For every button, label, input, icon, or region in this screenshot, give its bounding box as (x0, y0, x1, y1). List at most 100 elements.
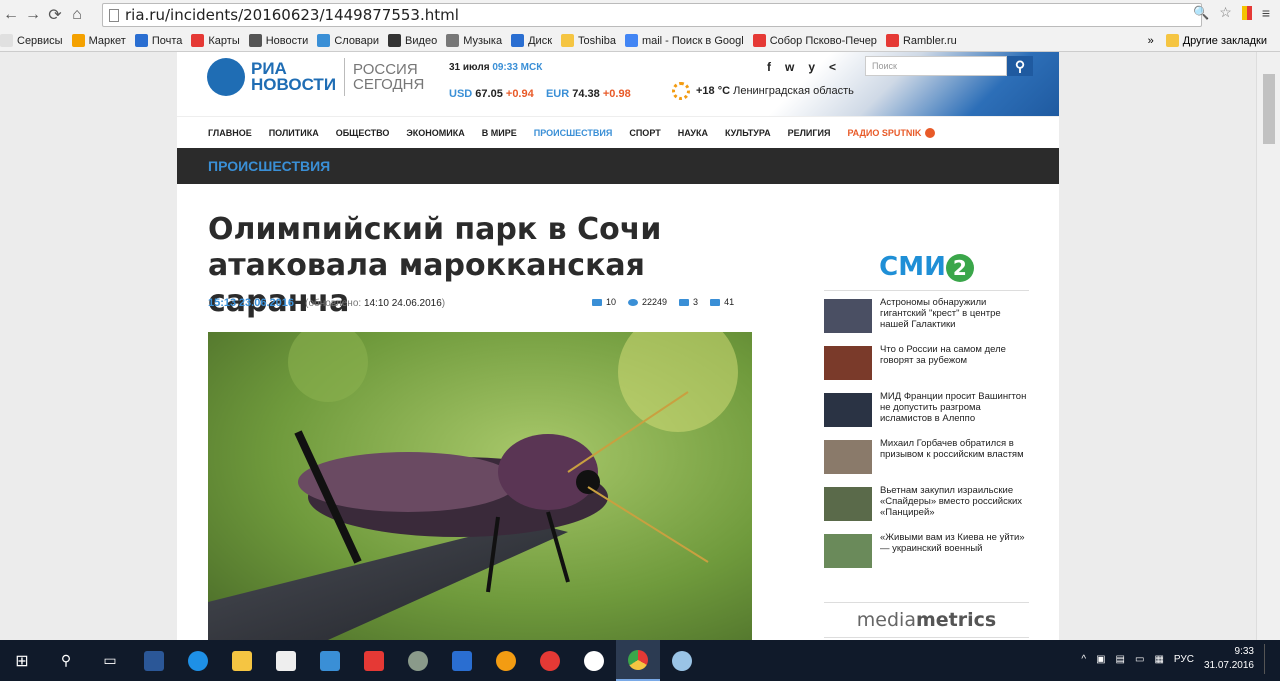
bookmark-item[interactable]: Словари (317, 34, 379, 47)
list-item[interactable]: МИД Франции просит Вашингтон не допустит… (824, 391, 1029, 437)
paint-icon[interactable] (660, 640, 704, 681)
search-input[interactable]: Поиск (865, 56, 1007, 76)
bookmark-item[interactable]: mail - Поиск в Googl (624, 34, 744, 47)
store-icon[interactable] (264, 640, 308, 681)
browser-toolbar: ← → ⟳ ⌂ ria.ru/incidents/20160623/144987… (0, 0, 1280, 30)
menu-item[interactable]: ЭКОНОМИКА (406, 128, 464, 138)
tray-app-icon[interactable]: ▣ (1096, 654, 1105, 665)
show-desktop[interactable] (1264, 644, 1268, 674)
star-icon[interactable]: ☆ (1219, 4, 1232, 21)
yandex-icon[interactable] (352, 640, 396, 681)
menu-item[interactable]: В МИРЕ (482, 128, 517, 138)
opera-icon[interactable] (528, 640, 572, 681)
menu-item[interactable]: КУЛЬТУРА (725, 128, 771, 138)
menu-item-active[interactable]: ПРОИСШЕСТВИЯ (534, 128, 613, 138)
notification-icon[interactable]: ▦ (1154, 654, 1163, 665)
clock-time: 9:33 (1234, 646, 1254, 657)
menu-item[interactable]: СПОРТ (629, 128, 660, 138)
section-title[interactable]: ПРОИСШЕСТВИЯ (177, 148, 1059, 184)
battery-icon[interactable]: ▭ (1135, 654, 1144, 665)
bookmark-item[interactable]: Toshiba (561, 34, 616, 47)
address-bar[interactable]: ria.ru/incidents/20160623/1449877553.htm… (102, 3, 1202, 27)
media-player-icon[interactable] (308, 640, 352, 681)
news-thumbnail (824, 534, 872, 568)
page-scrollbar[interactable] (1256, 52, 1280, 640)
zoom-icon[interactable]: 🔍 (1193, 5, 1209, 21)
list-item[interactable]: Астрономы обнаружили гигантский "крест" … (824, 297, 1029, 343)
menu-item[interactable]: ПОЛИТИКА (269, 128, 319, 138)
other-bookmarks-label: Другие закладки (1182, 34, 1267, 47)
bookmark-item[interactable]: Сервисы (0, 34, 63, 47)
twitter-icon[interactable]: y (808, 60, 815, 74)
home-icon[interactable]: ⌂ (66, 4, 88, 26)
reload-icon[interactable]: ⟳ (44, 4, 66, 26)
file-explorer-icon[interactable] (220, 640, 264, 681)
news-thumbnail (824, 346, 872, 380)
menu-icon[interactable]: ≡ (1262, 5, 1270, 21)
list-item[interactable]: Что о России на самом деле говорят за ру… (824, 344, 1029, 390)
bookmark-label: Rambler.ru (902, 34, 957, 47)
task-view-icon[interactable]: ▭ (88, 640, 132, 681)
bookmark-item[interactable]: Собор Псково-Печер (752, 34, 877, 47)
mail-icon[interactable] (440, 640, 484, 681)
mediametrics-part2: metrics (915, 609, 997, 631)
windows-start-icon[interactable]: ⊞ (0, 640, 44, 681)
comments-stat[interactable]: 10 (592, 297, 616, 307)
share-icon[interactable]: < (829, 60, 836, 74)
bookmark-item[interactable]: Rambler.ru (885, 34, 957, 47)
ok-icon[interactable] (484, 640, 528, 681)
circle-app-icon[interactable] (396, 640, 440, 681)
article-photo[interactable] (208, 332, 752, 640)
search-icon[interactable]: ⚲ (44, 640, 88, 681)
network-icon[interactable]: ▤ (1116, 654, 1125, 665)
smi2-logo[interactable]: СМИ 2 (824, 252, 1029, 282)
bookmarks-more-button[interactable]: » (1148, 35, 1154, 47)
bookmark-item[interactable]: Новости (248, 34, 308, 47)
chrome-icon[interactable] (616, 640, 660, 681)
radio-sputnik-link[interactable]: РАДИО SPUTNIK (847, 127, 936, 138)
tray-chevron-icon[interactable]: ^ (1081, 654, 1086, 665)
weather-widget[interactable]: +18 °C Ленинградская область (672, 82, 854, 100)
bookmark-item[interactable]: Видео (388, 34, 437, 47)
search-icon[interactable]: ⚲ (1007, 56, 1033, 76)
forward-icon[interactable]: → (22, 4, 44, 26)
menu-item[interactable]: ГЛАВНОЕ (208, 128, 252, 138)
bookmark-favicon-icon (71, 34, 85, 47)
bookmark-item[interactable]: Карты (191, 34, 240, 47)
vk-icon[interactable]: w (785, 60, 794, 74)
menu-item[interactable]: НАУКА (678, 128, 708, 138)
yandex-browser-icon[interactable] (572, 640, 616, 681)
likes-stat[interactable]: 3 (679, 297, 698, 307)
mediametrics-logo[interactable]: mediametrics (824, 602, 1029, 638)
language-indicator[interactable]: РУС (1174, 654, 1194, 665)
bookmark-label: Видео (405, 34, 438, 47)
ria-logo[interactable]: РИА НОВОСТИ РОССИЯ СЕГОДНЯ (207, 58, 424, 96)
menu-item[interactable]: ОБЩЕСТВО (336, 128, 390, 138)
word-icon[interactable] (132, 640, 176, 681)
news-text: МИД Франции просит Вашингтон не допустит… (880, 391, 1027, 424)
page-viewport: РИА НОВОСТИ РОССИЯ СЕГОДНЯ 31 июля 09:33… (0, 52, 1256, 640)
facebook-icon[interactable]: f (767, 60, 771, 74)
back-icon[interactable]: ← (0, 4, 22, 26)
list-item[interactable]: Михаил Горбачев обратился в призывом к р… (824, 438, 1029, 484)
edge-icon[interactable] (176, 640, 220, 681)
bookmark-item[interactable]: Почта (134, 34, 182, 47)
news-text: Михаил Горбачев обратился в призывом к р… (880, 438, 1024, 460)
shares-stat[interactable]: 41 (710, 297, 734, 307)
scrollbar-thumb[interactable] (1263, 74, 1275, 144)
bookmark-favicon-icon (134, 34, 148, 47)
clock[interactable]: 9:33 31.07.2016 (1204, 645, 1254, 673)
other-bookmarks[interactable]: Другие закладки (1165, 34, 1267, 47)
bookmark-item[interactable]: Диск (511, 34, 552, 47)
comment-icon (592, 299, 602, 307)
smi2-news-list: Астрономы обнаружили гигантский "крест" … (824, 290, 1029, 578)
bookmark-item[interactable]: Маркет (71, 34, 126, 47)
menu-item[interactable]: РЕЛИГИЯ (788, 128, 831, 138)
bookmarks-bar: Сервисы Маркет Почта Карты Новости Словари Вид… (0, 30, 1280, 52)
news-thumbnail (824, 440, 872, 474)
bookmark-item[interactable]: Музыка (446, 34, 502, 47)
list-item[interactable]: «Живыми вам из Киева не уйти» — украинск… (824, 532, 1029, 578)
list-item[interactable]: Вьетнам закупил израильские «Спайдеры» в… (824, 485, 1029, 531)
bookmark-favicon-icon (561, 34, 575, 47)
extension-icon[interactable] (1241, 5, 1252, 20)
